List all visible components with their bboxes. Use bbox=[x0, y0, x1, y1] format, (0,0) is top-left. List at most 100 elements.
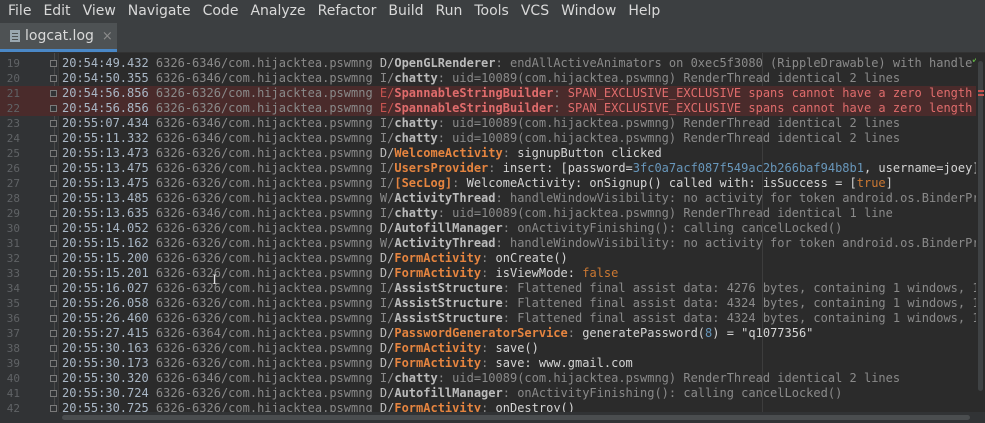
fold-marker-icon[interactable] bbox=[50, 60, 57, 67]
log-text: 20:55:15.162 6326-6326/com.hijacktea.psw… bbox=[62, 236, 985, 251]
menu-help[interactable]: Help bbox=[622, 0, 666, 23]
menu-window[interactable]: Window bbox=[555, 0, 622, 23]
error-stripe-mark[interactable] bbox=[978, 94, 984, 96]
menu-analyze[interactable]: Analyze bbox=[244, 0, 311, 23]
menu-view[interactable]: View bbox=[77, 0, 122, 23]
fold-marker-icon[interactable] bbox=[50, 240, 57, 247]
log-line[interactable]: 40 20:55:30.320 6326-6346/com.hijacktea.p… bbox=[0, 371, 985, 386]
menu-file[interactable]: File bbox=[0, 0, 37, 23]
close-icon[interactable]: × bbox=[102, 29, 113, 44]
log-separator: : bbox=[553, 101, 568, 115]
log-message: uid=10089(com.hijacktea.pswmng) RenderTh… bbox=[452, 206, 893, 220]
menu-bar: File Edit View Navigate Code Analyze Refactor B… bbox=[0, 0, 985, 23]
menu-build[interactable]: Build bbox=[382, 0, 429, 23]
line-number: 35 bbox=[6, 297, 20, 310]
log-line[interactable]: 26 20:55:13.475 6326-6326/com.hijacktea.p… bbox=[0, 161, 985, 176]
log-line[interactable]: 35 20:55:26.058 6326-6326/com.hijacktea.p… bbox=[0, 296, 985, 311]
log-line[interactable]: 24 20:55:11.332 6326-6346/com.hijacktea.p… bbox=[0, 131, 985, 146]
fold-marker-icon[interactable] bbox=[50, 180, 57, 187]
log-message: generatePassword( bbox=[582, 326, 706, 340]
tab-logcat-log[interactable]: logcat.log × bbox=[0, 23, 117, 52]
menu-code[interactable]: Code bbox=[197, 0, 245, 23]
menu-navigate[interactable]: Navigate bbox=[122, 0, 197, 23]
log-line[interactable]: 37 20:55:27.415 6326-6364/com.hijacktea.p… bbox=[0, 326, 985, 341]
error-stripe-mark[interactable] bbox=[978, 90, 984, 92]
line-number: 22 bbox=[6, 102, 20, 115]
log-separator: : bbox=[481, 266, 496, 280]
log-timestamp: 20:54:56.856 bbox=[62, 86, 149, 100]
log-message: WelcomeActivity: onSignup() called with:… bbox=[466, 176, 857, 190]
line-number: 28 bbox=[6, 192, 20, 205]
log-line[interactable]: 34 20:55:16.027 6326-6326/com.hijacktea.p… bbox=[0, 281, 985, 296]
fold-marker-icon[interactable] bbox=[50, 225, 57, 232]
log-line[interactable]: 36 20:55:26.460 6326-6326/com.hijacktea.p… bbox=[0, 311, 985, 326]
log-process: 6326-6326/com.hijacktea.pswmng bbox=[148, 236, 380, 250]
log-line[interactable]: 31 20:55:15.162 6326-6326/com.hijacktea.p… bbox=[0, 236, 985, 251]
log-line[interactable]: 39 20:55:30.173 6326-6326/com.hijacktea.p… bbox=[0, 356, 985, 371]
fold-marker-icon[interactable] bbox=[50, 210, 57, 217]
fold-marker-icon[interactable] bbox=[50, 150, 57, 157]
log-line[interactable]: 22 20:54:56.856 6326-6326/com.hijacktea.p… bbox=[0, 101, 985, 116]
fold-marker-icon[interactable] bbox=[50, 255, 57, 262]
vertical-scroll-thumb[interactable] bbox=[978, 61, 983, 391]
log-line[interactable]: 23 20:55:07.434 6326-6346/com.hijacktea.p… bbox=[0, 116, 985, 131]
fold-marker-icon[interactable] bbox=[50, 315, 57, 322]
log-tag: chatty bbox=[394, 206, 438, 220]
fold-marker-icon[interactable] bbox=[50, 285, 57, 292]
fold-marker-icon[interactable] bbox=[50, 390, 57, 397]
fold-marker-icon[interactable] bbox=[50, 375, 57, 382]
fold-marker-icon[interactable] bbox=[50, 105, 57, 112]
fold-marker-icon[interactable] bbox=[50, 360, 57, 367]
fold-marker-icon[interactable] bbox=[50, 165, 57, 172]
menu-tools[interactable]: Tools bbox=[468, 0, 515, 23]
log-message: handleWindowVisibility: no activity for … bbox=[509, 236, 985, 250]
log-timestamp: 20:55:26.058 bbox=[62, 296, 149, 310]
vertical-scrollbar[interactable] bbox=[976, 53, 985, 412]
log-process: 6326-6326/com.hijacktea.pswmng bbox=[148, 401, 380, 412]
log-message: Flattened final assist data: 4276 bytes,… bbox=[517, 281, 985, 295]
log-line[interactable]: 30 20:55:14.052 6326-6326/com.hijacktea.p… bbox=[0, 221, 985, 236]
fold-marker-icon[interactable] bbox=[50, 300, 57, 307]
fold-marker-icon[interactable] bbox=[50, 345, 57, 352]
horizontal-scroll-thumb[interactable] bbox=[62, 415, 970, 420]
fold-marker-icon[interactable] bbox=[50, 195, 57, 202]
log-line[interactable]: 42 20:55:30.725 6326-6326/com.hijacktea.p… bbox=[0, 401, 985, 412]
log-line[interactable]: 28 20:55:13.485 6326-6326/com.hijacktea.p… bbox=[0, 191, 985, 206]
log-tag: WelcomeActivity bbox=[394, 146, 503, 160]
menu-vcs[interactable]: VCS bbox=[515, 0, 555, 23]
log-tag: FormActivity bbox=[394, 401, 482, 412]
log-line[interactable]: 38 20:55:30.163 6326-6326/com.hijacktea.p… bbox=[0, 341, 985, 356]
log-tag: chatty bbox=[394, 71, 438, 85]
log-line[interactable]: 41 20:55:30.724 6326-6326/com.hijacktea.p… bbox=[0, 386, 985, 401]
log-line[interactable]: 27 20:55:13.475 6326-6326/com.hijacktea.p… bbox=[0, 176, 985, 191]
fold-marker-icon[interactable] bbox=[50, 330, 57, 337]
log-message: insert: [password= bbox=[502, 161, 633, 175]
log-text: 20:55:16.027 6326-6326/com.hijacktea.psw… bbox=[62, 281, 985, 296]
menu-run[interactable]: Run bbox=[430, 0, 469, 23]
log-line[interactable]: 32 20:55:15.200 6326-6326/com.hijacktea.p… bbox=[0, 251, 985, 266]
log-tag: chatty bbox=[394, 131, 438, 145]
fold-marker-icon[interactable] bbox=[50, 75, 57, 82]
fold-marker-icon[interactable] bbox=[50, 120, 57, 127]
fold-marker-icon[interactable] bbox=[50, 90, 57, 97]
log-message: signupButton clicked bbox=[517, 146, 662, 160]
log-timestamp: 20:55:13.635 bbox=[62, 206, 149, 220]
log-process: 6326-6346/com.hijacktea.pswmng bbox=[148, 371, 380, 385]
fold-marker-icon[interactable] bbox=[50, 135, 57, 142]
menu-refactor[interactable]: Refactor bbox=[312, 0, 383, 23]
log-line[interactable]: 25 20:55:13.473 6326-6326/com.hijacktea.p… bbox=[0, 146, 985, 161]
log-line[interactable]: 29 20:55:13.635 6326-6346/com.hijacktea.p… bbox=[0, 206, 985, 221]
menu-edit[interactable]: Edit bbox=[37, 0, 76, 23]
log-message: onActivityFinishing(): calling cancelLoc… bbox=[517, 386, 843, 400]
log-line[interactable]: 33 20:55:15.201 6326-6326/com.hijacktea.p… bbox=[0, 266, 985, 281]
editor-area[interactable]: 19 20:54:49.432 6326-6346/com.hijacktea.p… bbox=[0, 53, 985, 412]
fold-marker-icon[interactable] bbox=[50, 405, 57, 412]
log-line[interactable]: 21 20:54:56.856 6326-6326/com.hijacktea.p… bbox=[0, 86, 985, 101]
log-timestamp: 20:55:30.163 bbox=[62, 341, 149, 355]
log-timestamp: 20:55:30.320 bbox=[62, 371, 149, 385]
log-line[interactable]: 19 20:54:49.432 6326-6346/com.hijacktea.p… bbox=[0, 56, 985, 71]
horizontal-scrollbar[interactable] bbox=[0, 412, 985, 423]
fold-marker-icon[interactable] bbox=[50, 270, 57, 277]
log-separator: : bbox=[481, 401, 496, 412]
log-line[interactable]: 20 20:54:50.355 6326-6346/com.hijacktea.p… bbox=[0, 71, 985, 86]
